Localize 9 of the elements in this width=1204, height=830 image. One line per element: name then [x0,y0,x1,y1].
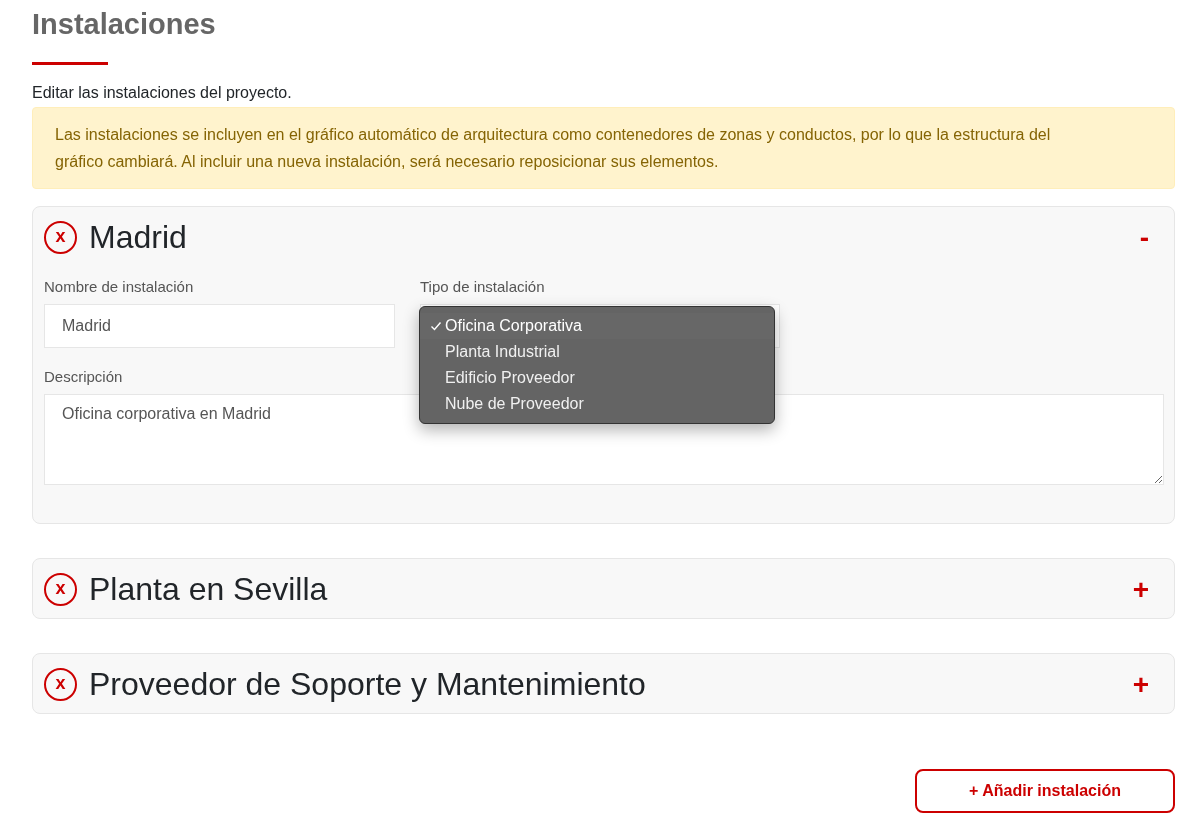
field-label: Nombre de instalación [44,278,194,295]
field-label: Descripción [44,368,123,385]
facility-name: Madrid [89,219,188,256]
warning-alert: Las instalaciones se incluyen en el gráfico automático de arquitectura como contenedores de zonas y conductos, por lo que la estructura del gráfico cambiará. Al incluir una nueva instalación, será necesario reposicionar sus elementos. [32,107,1175,189]
field-label: Tipo de instalación [420,278,545,295]
facility-name: Planta en Sevilla [89,571,329,608]
page-title: Instalaciones [32,7,217,42]
page-subtitle: Editar las instalaciones del proyecto. [32,83,293,103]
facility-name: Proveedor de Soporte y Mantenimiento [89,666,647,703]
